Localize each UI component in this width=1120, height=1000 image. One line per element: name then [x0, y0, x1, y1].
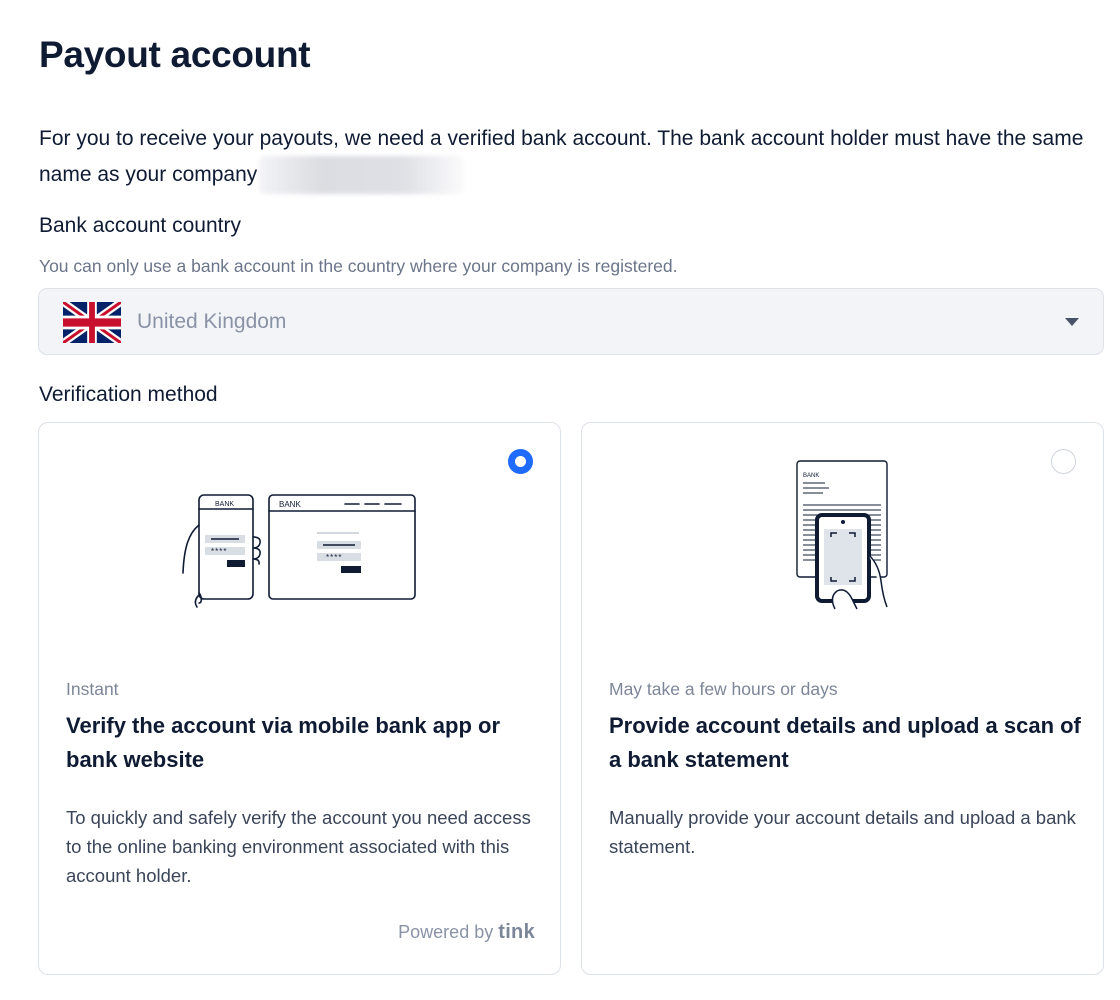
bank-country-value: United Kingdom	[137, 310, 287, 333]
phone-bank-text: BANK	[215, 501, 234, 508]
option-title: Verify the account via mobile bank app o…	[66, 713, 501, 772]
page-title: Payout account	[39, 34, 311, 75]
browser-mask-text: ****	[326, 553, 342, 562]
phone-and-browser-bank-illustration: BANK **** BANK ****	[182, 494, 416, 608]
verification-method-label: Verification method	[39, 383, 218, 406]
chevron-down-icon	[1065, 318, 1079, 326]
powered-by-tink: Powered by tink	[398, 921, 535, 944]
option-speed-label: May take a few hours or days	[609, 679, 838, 699]
tink-logo: tink	[498, 921, 535, 943]
bank-country-help-text: You can only use a bank account in the c…	[39, 256, 678, 276]
radio-selected-icon[interactable]	[508, 449, 533, 474]
uk-flag-icon	[63, 302, 121, 343]
scan-statement-illustration: BANK	[796, 460, 888, 610]
verification-option-instant[interactable]: BANK **** BANK **** Instant Verify the a…	[38, 422, 561, 975]
powered-by-label: Powered by	[398, 922, 494, 942]
option-description: Manually provide your account details an…	[609, 807, 1076, 857]
document-bank-text: BANK	[803, 473, 819, 479]
bank-country-select[interactable]: United Kingdom	[38, 288, 1104, 355]
verification-option-manual[interactable]: BANK May take a few hours or days Provid…	[581, 422, 1104, 975]
redacted-company-name	[259, 156, 465, 194]
bank-country-label: Bank account country	[39, 214, 241, 237]
option-speed-label: Instant	[66, 679, 119, 699]
option-description: To quickly and safely verify the account…	[66, 807, 531, 886]
browser-bank-text: BANK	[279, 500, 301, 509]
radio-unselected-icon[interactable]	[1051, 449, 1076, 474]
intro-text: For you to receive your payouts, we need…	[39, 122, 1114, 194]
phone-mask-text: ****	[211, 547, 227, 556]
intro-text-content: For you to receive your payouts, we need…	[39, 127, 1084, 186]
option-title: Provide account details and upload a sca…	[609, 713, 1081, 772]
